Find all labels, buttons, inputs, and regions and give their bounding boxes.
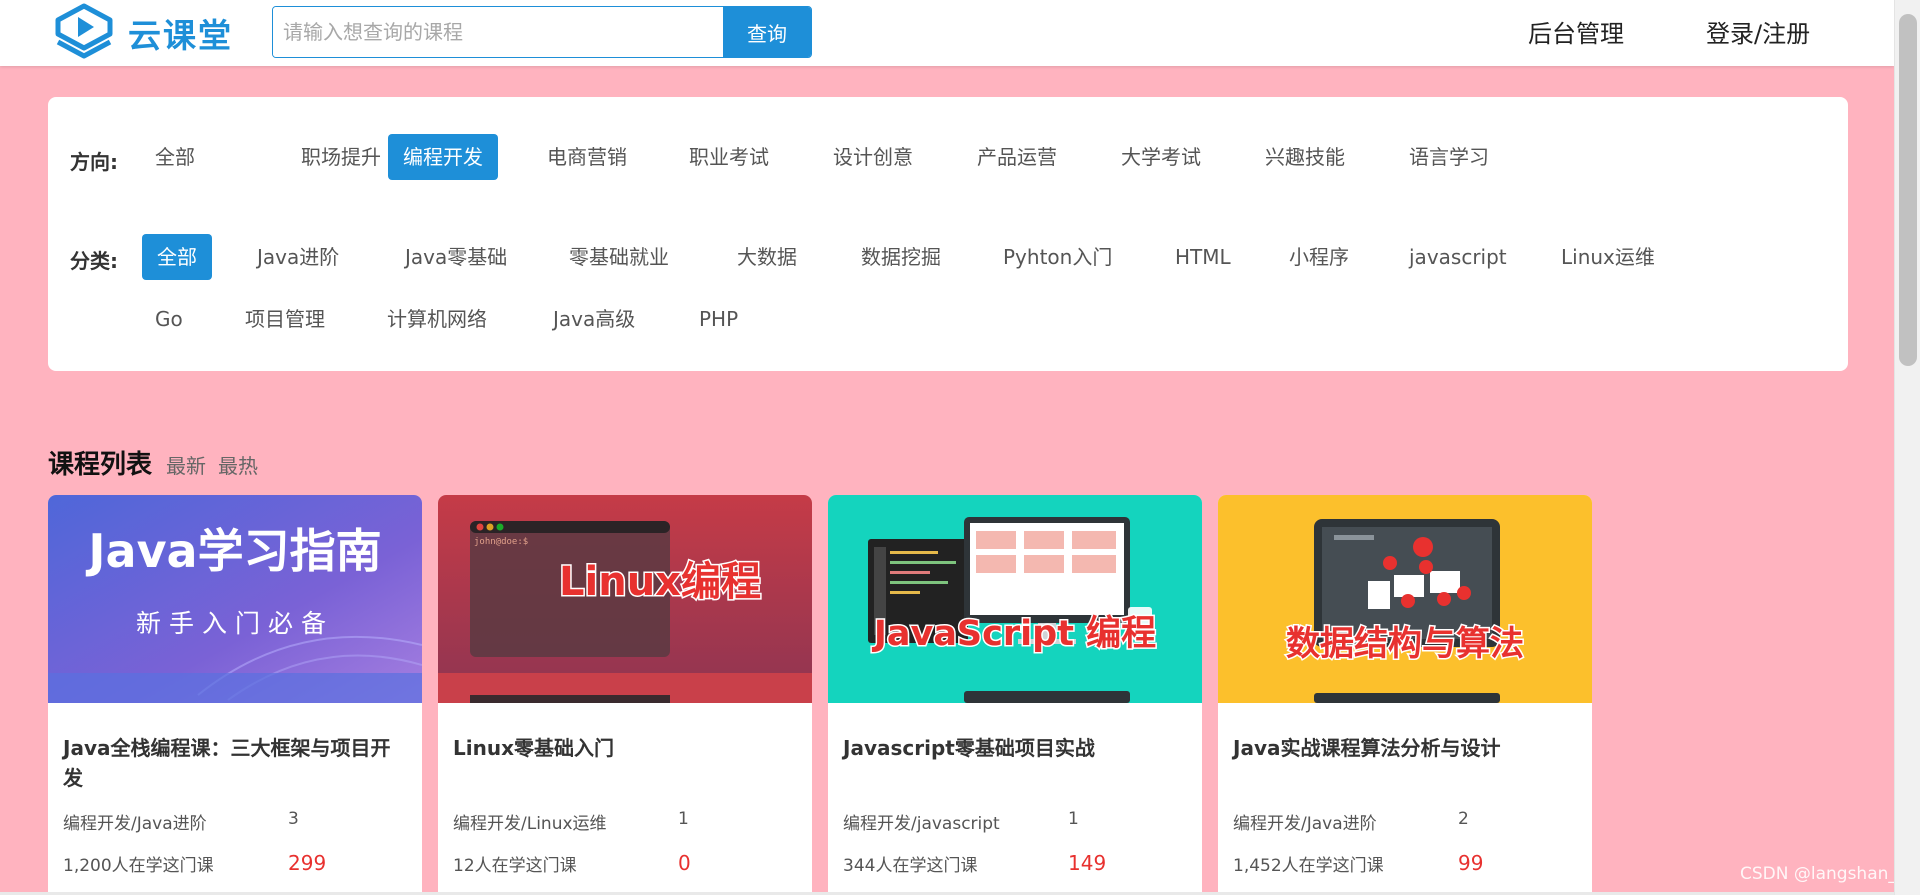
cover-text: Java学习指南 (85, 524, 381, 578)
course-card[interactable]: 数据结构与算法 Java实战课程算法分析与设计 编程开发/Java进阶 2 1,… (1218, 495, 1592, 895)
site-logo[interactable]: 云课堂 (52, 2, 233, 64)
category-filter-item[interactable]: 小程序 (1274, 234, 1364, 280)
sort-newest-link[interactable]: 最新 (166, 450, 206, 479)
login-register-link[interactable]: 登录/注册 (1706, 14, 1810, 49)
course-learners: 344人在学这门课 (843, 856, 978, 876)
direction-filter-item[interactable]: 大学考试 (1106, 134, 1216, 180)
filter-panel: 方向: 全部 职场提升 编程开发 电商营销 职业考试 设计创意 产品运营 大学考试 兴趣技能 语言… (48, 97, 1848, 371)
course-cover-image: Java学习指南 新手入门必备 (48, 495, 422, 703)
category-filter-item[interactable]: 零基础就业 (554, 234, 684, 280)
course-cover-image: JavaScript 编程 (828, 495, 1202, 703)
category-label: 分类: (70, 249, 118, 273)
course-category: 编程开发/Java进阶 (63, 814, 207, 834)
cover-subtext: 新手入门必备 (136, 609, 334, 638)
direction-filter-item[interactable]: 职场提升 (286, 134, 396, 180)
course-title[interactable]: Java全栈编程课：三大框架与项目开发 (63, 733, 408, 793)
cover-text: 数据结构与算法 (1286, 624, 1524, 664)
course-price: 299 (288, 851, 327, 875)
course-title[interactable]: Java实战课程算法分析与设计 (1233, 733, 1578, 763)
direction-filter-item[interactable]: 电商营销 (532, 134, 642, 180)
course-learners: 1,200人在学这门课 (63, 856, 214, 876)
category-filter-item[interactable]: Linux运维 (1546, 234, 1670, 280)
course-title[interactable]: Linux零基础入门 (453, 733, 798, 763)
course-category: 编程开发/javascript (843, 814, 1000, 834)
category-filter-item[interactable]: 数据挖掘 (846, 234, 956, 280)
category-filter-item[interactable]: Java进阶 (242, 234, 354, 280)
top-header: 云课堂 查询 后台管理 登录/注册 (0, 0, 1894, 66)
category-filter-item[interactable]: javascript (1394, 234, 1522, 280)
scrollbar-thumb[interactable] (1899, 14, 1917, 366)
vertical-scrollbar[interactable] (1894, 0, 1920, 895)
cover-text: Linux编程 (559, 559, 761, 605)
course-list-title: 课程列表 (48, 450, 153, 480)
watermark: CSDN @langshan_ (1740, 864, 1897, 884)
course-title[interactable]: Javascript零基础项目实战 (843, 733, 1188, 763)
admin-link[interactable]: 后台管理 (1528, 14, 1624, 49)
search-input[interactable] (273, 7, 723, 57)
direction-filter-item[interactable]: 设计创意 (818, 134, 928, 180)
search-bar: 查询 (272, 6, 812, 58)
course-price: 149 (1068, 851, 1107, 875)
category-filter-item[interactable]: 全部 (142, 234, 212, 280)
category-filter-item[interactable]: HTML (1160, 234, 1246, 280)
course-lesson-count: 1 (678, 809, 689, 829)
direction-filter-item[interactable]: 职业考试 (674, 134, 784, 180)
course-card[interactable]: JavaScript 编程 Javascript零基础项目实战 编程开发/jav… (828, 495, 1202, 895)
course-learners: 12人在学这门课 (453, 856, 577, 876)
logo-text: 云课堂 (128, 16, 233, 55)
direction-filter-item[interactable]: 产品运营 (962, 134, 1072, 180)
course-category: 编程开发/Linux运维 (453, 814, 607, 834)
course-lesson-count: 3 (288, 809, 299, 829)
category-filter-item[interactable]: 项目管理 (230, 296, 340, 342)
course-card[interactable]: Java学习指南 新手入门必备 Java全栈编程课：三大框架与项目开发 编程开发… (48, 495, 422, 895)
logo-icon (55, 3, 113, 59)
category-filter-item[interactable]: Java零基础 (390, 234, 522, 280)
course-cover-image: 数据结构与算法 (1218, 495, 1592, 703)
course-category: 编程开发/Java进阶 (1233, 814, 1377, 834)
category-filter-item[interactable]: 计算机网络 (372, 296, 502, 342)
direction-filter-item[interactable]: 编程开发 (388, 134, 498, 180)
course-price: 0 (678, 851, 691, 875)
course-cover-image: john@doe:$ Linux编程 (438, 495, 812, 703)
course-lesson-count: 1 (1068, 809, 1079, 829)
sort-hottest-link[interactable]: 最热 (218, 450, 258, 479)
category-filter-item[interactable]: Java高级 (538, 296, 650, 342)
category-filter-item[interactable]: PHP (684, 296, 753, 342)
direction-filter-item[interactable]: 全部 (140, 134, 210, 180)
course-price: 99 (1458, 851, 1484, 875)
cover-text: JavaScript 编程 (872, 614, 1156, 654)
category-filter-item[interactable]: Pyhton入门 (988, 234, 1127, 280)
course-learners: 1,452人在学这门课 (1233, 856, 1384, 876)
search-button[interactable]: 查询 (723, 7, 811, 57)
direction-filter-item[interactable]: 兴趣技能 (1250, 134, 1360, 180)
terminal-prompt: john@doe:$ (474, 537, 528, 547)
category-filter-item[interactable]: 大数据 (722, 234, 812, 280)
category-filter-item[interactable]: Go (140, 296, 198, 342)
course-lesson-count: 2 (1458, 809, 1469, 829)
course-card[interactable]: john@doe:$ Linux编程 Linux零基础入门 编程开发/Linux… (438, 495, 812, 895)
direction-filter-item[interactable]: 语言学习 (1394, 134, 1504, 180)
direction-label: 方向: (70, 150, 118, 174)
